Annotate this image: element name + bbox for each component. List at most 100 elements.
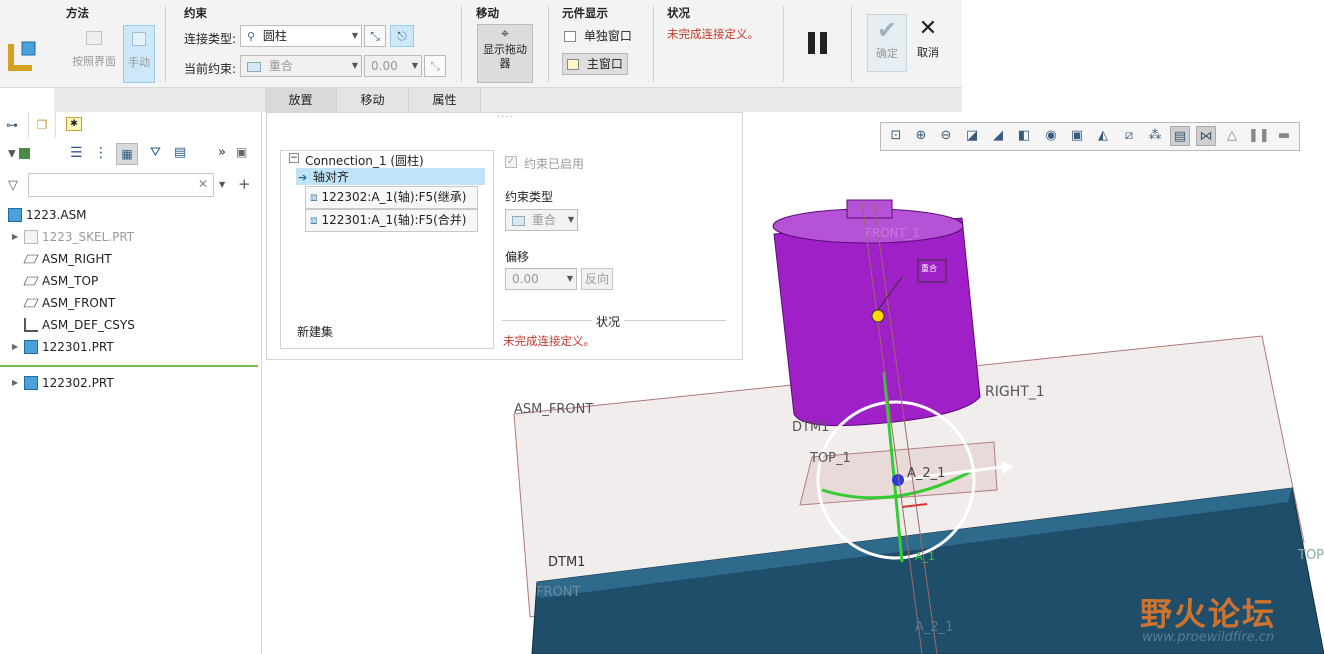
more-icon[interactable]: » <box>218 145 232 163</box>
main-window-button[interactable]: 主窗口 <box>562 53 628 75</box>
offset-input[interactable]: 0.00 ▼ <box>364 55 422 77</box>
constraint-enabled-checkbox[interactable]: ✓ <box>505 156 517 168</box>
window-icon <box>564 31 576 42</box>
constraint-type-value: 重合 <box>531 213 556 227</box>
dtm1-top-label: DTM1 <box>792 420 830 435</box>
separate-window-button[interactable]: 单独窗口 <box>564 26 632 46</box>
ref-ui-button[interactable]: 按照界面 <box>66 25 122 83</box>
ref2-collector[interactable]: ⧈ 122301:A_1(轴):F5(合并) <box>305 209 478 232</box>
cancel-button[interactable]: ✕ 取消 <box>910 14 946 72</box>
datum-plane-icon <box>23 276 39 286</box>
saved-orientation-icon[interactable]: ◉ <box>1041 126 1061 146</box>
panel-offset-input[interactable]: 0.00 ▼ <box>505 268 577 290</box>
favorites-tab-icon[interactable]: ✱ <box>66 117 82 131</box>
constraint-item[interactable]: ➔ 轴对齐 <box>296 168 485 185</box>
tree-item[interactable]: ▶ 1223_SKEL.PRT <box>0 227 258 247</box>
tab-placement[interactable]: 放置 <box>265 88 337 112</box>
separator <box>783 6 784 82</box>
repaint-icon[interactable]: ◪ <box>962 126 982 146</box>
tree-item[interactable]: ▶ 122301.PRT <box>0 337 258 357</box>
tab-bar <box>54 88 962 112</box>
model-tree-tab-icon[interactable]: ⊶ <box>6 118 18 132</box>
flip-constraint-button[interactable]: ⤡ <box>364 25 386 47</box>
expand-arrow-icon[interactable]: ▶ <box>12 337 18 357</box>
allow-assumptions-button[interactable]: ⎋ <box>390 25 414 47</box>
connection-display-icon[interactable]: ⋈ <box>1196 126 1216 146</box>
separator <box>653 6 654 82</box>
show-dragger-button[interactable]: ⌖ 显示拖动器 <box>477 24 533 83</box>
connection-label[interactable]: Connection_1 (圆柱) <box>305 152 424 169</box>
tab-move[interactable]: 移动 <box>337 88 409 112</box>
tree-columns-icon[interactable]: ☰ <box>70 145 88 163</box>
axis-a21-label: A_2_1 <box>907 466 946 481</box>
asm-front-label: ASM_FRONT <box>514 402 594 417</box>
display-dropdown[interactable]: ▼ <box>8 148 38 164</box>
coincident-icon <box>512 215 525 226</box>
tree-item-label: ASM_TOP <box>42 274 99 288</box>
ref2-text: 122301:A_1(轴):F5(合并) <box>321 213 467 227</box>
tree-settings-icon[interactable]: ▦ <box>116 143 138 165</box>
a1-lower-label: A_1 <box>915 550 936 563</box>
ok-button[interactable]: ✔ 确定 <box>867 14 907 72</box>
tree-item[interactable]: ASM_DEF_CSYS <box>0 315 258 335</box>
panel-grip[interactable]: ···· <box>497 112 514 123</box>
expand-arrow-icon[interactable]: ▶ <box>12 227 18 247</box>
ribbon-blank <box>962 0 1324 112</box>
spin-center-icon[interactable]: △ <box>1222 126 1242 146</box>
tree-search-input[interactable]: ✕ <box>28 173 214 197</box>
add-icon[interactable]: + <box>238 175 251 193</box>
separator <box>548 6 549 82</box>
shadow-icon[interactable]: ▬ <box>1274 126 1294 146</box>
refit-icon[interactable]: ⊡ <box>886 126 906 146</box>
separator <box>851 6 852 82</box>
datum-display-icon[interactable]: ⧄ <box>1119 126 1139 146</box>
current-constraint-dropdown[interactable]: 重合 ▼ <box>240 55 362 77</box>
tree-filter-icon[interactable]: ⋮ <box>94 145 112 163</box>
reverse-button[interactable]: 反向 <box>581 268 613 290</box>
front-label: FRONT <box>536 585 581 600</box>
pause-animation-icon[interactable]: ❚❚ <box>1248 126 1270 146</box>
section-icon[interactable]: ◭ <box>1093 126 1113 146</box>
collapse-icon[interactable]: − <box>289 153 299 163</box>
connection-type-dropdown[interactable]: ⚲ 圆柱 ▼ <box>240 25 362 47</box>
tree-item[interactable]: 1223.ASM <box>0 205 258 225</box>
coincide-tag-label: 重合 <box>921 264 937 273</box>
pause-button[interactable] <box>806 32 830 56</box>
layer-tree-tab-icon[interactable]: ❐ <box>28 112 56 138</box>
annotation-display-icon[interactable]: ⁂ <box>1145 126 1165 146</box>
front-1-label: FRONT_1 <box>865 226 920 240</box>
tab-properties[interactable]: 属性 <box>409 88 481 112</box>
method-group-title: 方法 <box>66 6 89 20</box>
flip-offset-button[interactable]: ⤡ <box>424 55 446 77</box>
tree-item-label: 122302.PRT <box>42 376 114 390</box>
dtm1-bottom-label: DTM1 <box>548 555 586 570</box>
tree-layout-icon[interactable]: ▤ <box>174 145 192 163</box>
zoom-out-icon[interactable]: ⊖ <box>936 126 956 146</box>
tree-item[interactable]: ASM_TOP <box>0 271 258 291</box>
show-filter-icon[interactable]: ⛛ <box>150 145 170 163</box>
zoom-in-icon[interactable]: ⊕ <box>911 126 931 146</box>
coincident-icon <box>247 61 261 72</box>
csys-icon <box>24 318 38 332</box>
constraint-type-dropdown[interactable]: 重合 ▼ <box>505 209 578 231</box>
new-set-label[interactable]: 新建集 <box>297 323 333 340</box>
component-display-icon[interactable]: ▤ <box>1170 126 1190 146</box>
tree-item[interactable]: ASM_RIGHT <box>0 249 258 269</box>
part-icon <box>24 340 38 354</box>
constraint-type-label: 约束类型 <box>505 190 554 204</box>
tree-item[interactable]: ASM_FRONT <box>0 293 258 313</box>
expand-arrow-icon[interactable]: ▶ <box>12 373 18 393</box>
clear-icon[interactable]: ✕ <box>198 177 208 191</box>
datum-plane-icon <box>23 298 39 308</box>
chevron-down-icon: ▼ <box>351 61 358 70</box>
chevron-down-icon: ▼ <box>411 61 418 70</box>
tree-item[interactable]: ▶ 122302.PRT <box>0 373 258 393</box>
display-style-icon[interactable]: ◧ <box>1014 126 1034 146</box>
chevron-down-icon[interactable]: ▼ <box>219 180 225 189</box>
ref1-collector[interactable]: ⧈ 122302:A_1(轴):F5(继承) <box>305 186 478 209</box>
view-manager-icon[interactable]: ▣ <box>1067 126 1087 146</box>
perspective-icon[interactable]: ◢ <box>988 126 1008 146</box>
manual-button[interactable]: 手动 <box>123 25 155 83</box>
notes-icon[interactable]: ▣ <box>236 145 254 163</box>
separate-window-label: 单独窗口 <box>583 29 632 43</box>
